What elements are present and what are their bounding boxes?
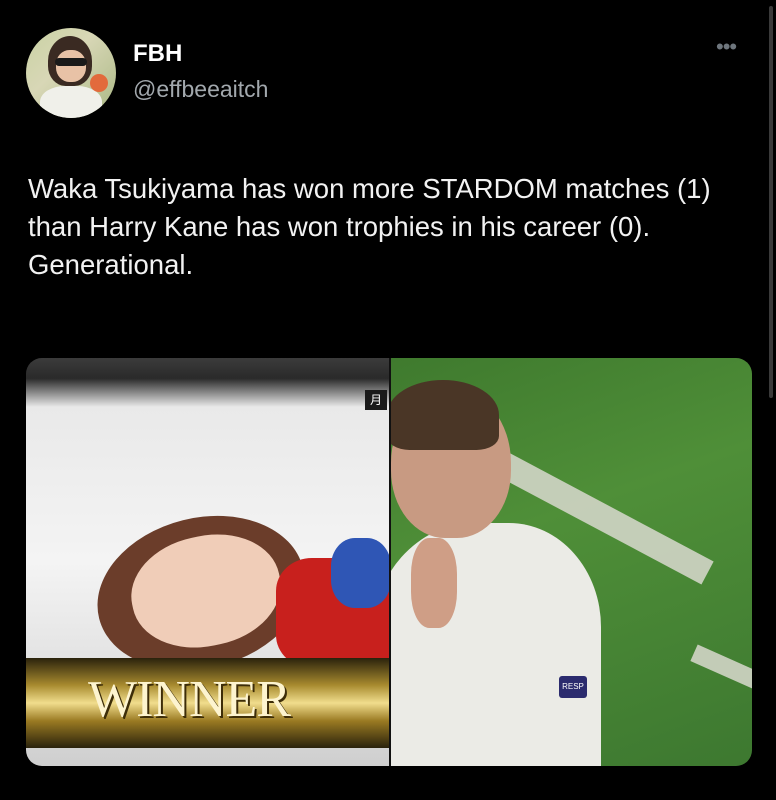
media-image-right[interactable]: RESP [391,358,752,766]
more-options-icon[interactable]: ••• [716,34,737,60]
avatar-face [56,50,86,82]
scrollbar[interactable] [769,6,773,398]
sleeve-badge: RESP [559,676,587,698]
pitch-line [690,644,752,690]
costume-accent [331,538,389,608]
player-hair [391,380,499,450]
avatar-flower [90,74,108,92]
player-hand [411,538,457,628]
avatar[interactable] [26,28,116,118]
broadcast-corner-tag: 月 [365,390,387,410]
author-handle[interactable]: @effbeeaitch [133,76,268,103]
avatar-sunglasses [55,58,87,66]
tweet-media[interactable]: 月 WINNER RESP [26,358,752,766]
winner-banner-text: WINNER [88,671,291,728]
media-image-left[interactable]: 月 WINNER [26,358,389,766]
tweet-text: Waka Tsukiyama has won more STARDOM matc… [28,173,711,280]
avatar-shirt [40,86,102,118]
author-name[interactable]: FBH [133,40,182,68]
